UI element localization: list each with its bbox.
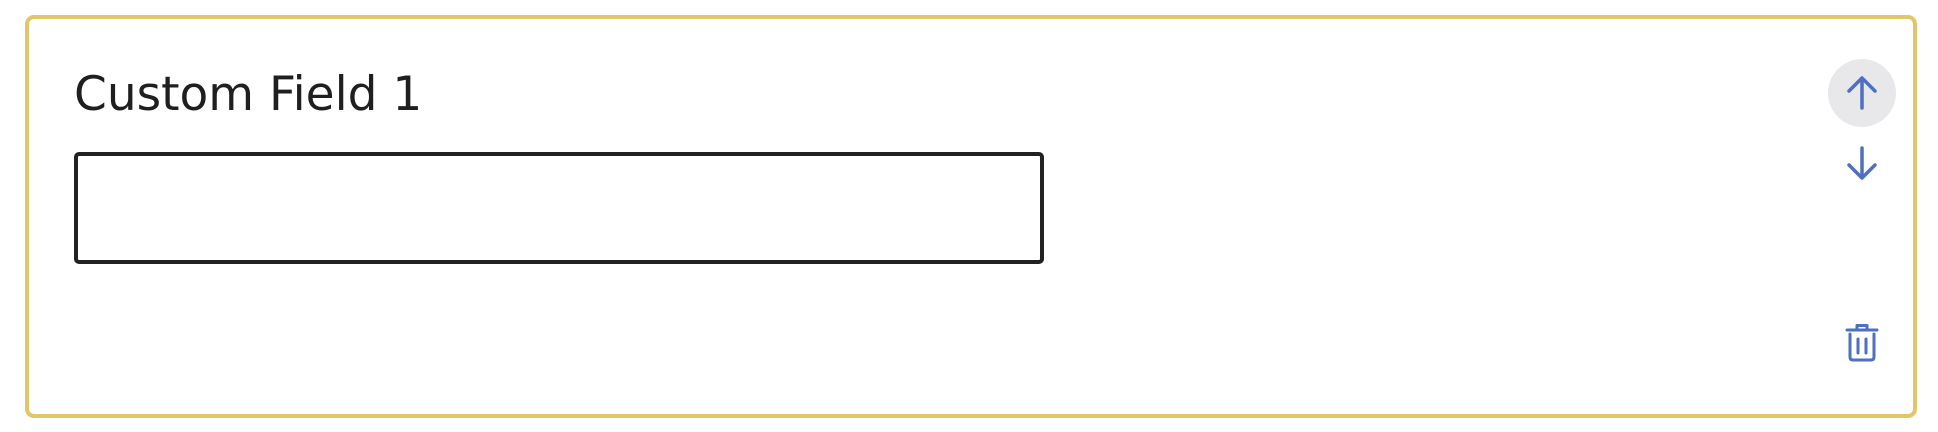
delete-button[interactable] <box>1828 309 1896 377</box>
trash-icon <box>1844 323 1880 363</box>
move-up-button[interactable] <box>1828 59 1896 127</box>
custom-field-label: Custom Field 1 <box>74 67 423 122</box>
move-down-button[interactable] <box>1828 129 1896 197</box>
custom-field-input[interactable] <box>74 152 1044 264</box>
arrow-down-icon <box>1842 143 1882 183</box>
arrow-up-icon <box>1842 73 1882 113</box>
custom-field-card: Custom Field 1 <box>25 15 1917 418</box>
